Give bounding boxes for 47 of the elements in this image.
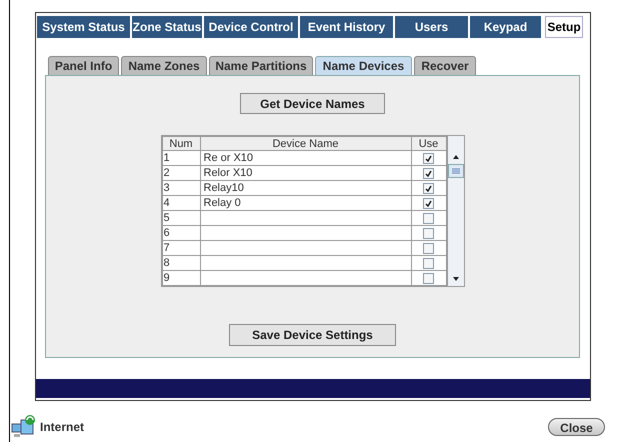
- table-cell: 9: [162, 270, 200, 286]
- main-tab[interactable]: Event History: [300, 16, 393, 38]
- use-checkbox[interactable]: [423, 258, 434, 268]
- save-device-settings-button[interactable]: Save Device Settings: [229, 324, 396, 346]
- table-cell: 7: [162, 240, 200, 256]
- table-cell: 4: [162, 196, 200, 210]
- use-checkbox[interactable]: [423, 182, 434, 194]
- check-icon: [425, 184, 432, 192]
- use-checkbox[interactable]: [423, 168, 434, 178]
- status-text: Internet: [40, 419, 84, 436]
- table-cell: Re or X10: [204, 152, 254, 164]
- use-checkbox[interactable]: [423, 228, 434, 238]
- sub-tab[interactable]: Name Zones: [121, 56, 207, 75]
- table-cell: 2: [162, 166, 200, 180]
- table-cell: 5: [162, 210, 200, 226]
- main-tab[interactable]: Keypad: [470, 16, 541, 38]
- sub-tab[interactable]: Recover: [414, 56, 476, 75]
- table-cell: Relor X10: [204, 166, 252, 178]
- get-device-names-button[interactable]: Get Device Names: [240, 93, 385, 114]
- check-icon: [425, 154, 432, 162]
- scrollbar[interactable]: [446, 136, 464, 286]
- check-icon: [425, 200, 432, 206]
- main-tab[interactable]: System Status: [37, 16, 130, 38]
- use-checkbox[interactable]: [423, 212, 434, 224]
- table-cell: 1: [162, 150, 200, 166]
- main-tab[interactable]: Users: [395, 16, 468, 38]
- sub-tab[interactable]: Panel Info: [48, 56, 119, 75]
- close-button[interactable]: Close: [548, 418, 605, 436]
- sub-tab[interactable]: Name Devices: [315, 56, 412, 75]
- check-icon: [425, 170, 432, 176]
- column-header: Use: [411, 136, 446, 150]
- scroll-thumb-icon[interactable]: [448, 164, 464, 178]
- use-checkbox[interactable]: [423, 242, 434, 254]
- table-cell: 3: [162, 180, 200, 196]
- main-tab[interactable]: Zone Status: [132, 16, 202, 38]
- sub-tab[interactable]: Name Partitions: [209, 56, 313, 75]
- table-cell: 6: [162, 226, 200, 240]
- table-cell: 8: [162, 256, 200, 270]
- use-checkbox[interactable]: [423, 272, 434, 284]
- use-checkbox[interactable]: [423, 198, 434, 208]
- use-checkbox[interactable]: [423, 152, 434, 164]
- main-tab[interactable]: Device Control: [204, 16, 298, 38]
- table-cell: Relay 0: [204, 196, 241, 208]
- column-header: Num: [162, 136, 200, 150]
- main-tab[interactable]: Setup: [545, 16, 583, 38]
- table-cell: Relay10: [204, 182, 244, 194]
- column-header: Device Name: [200, 136, 411, 150]
